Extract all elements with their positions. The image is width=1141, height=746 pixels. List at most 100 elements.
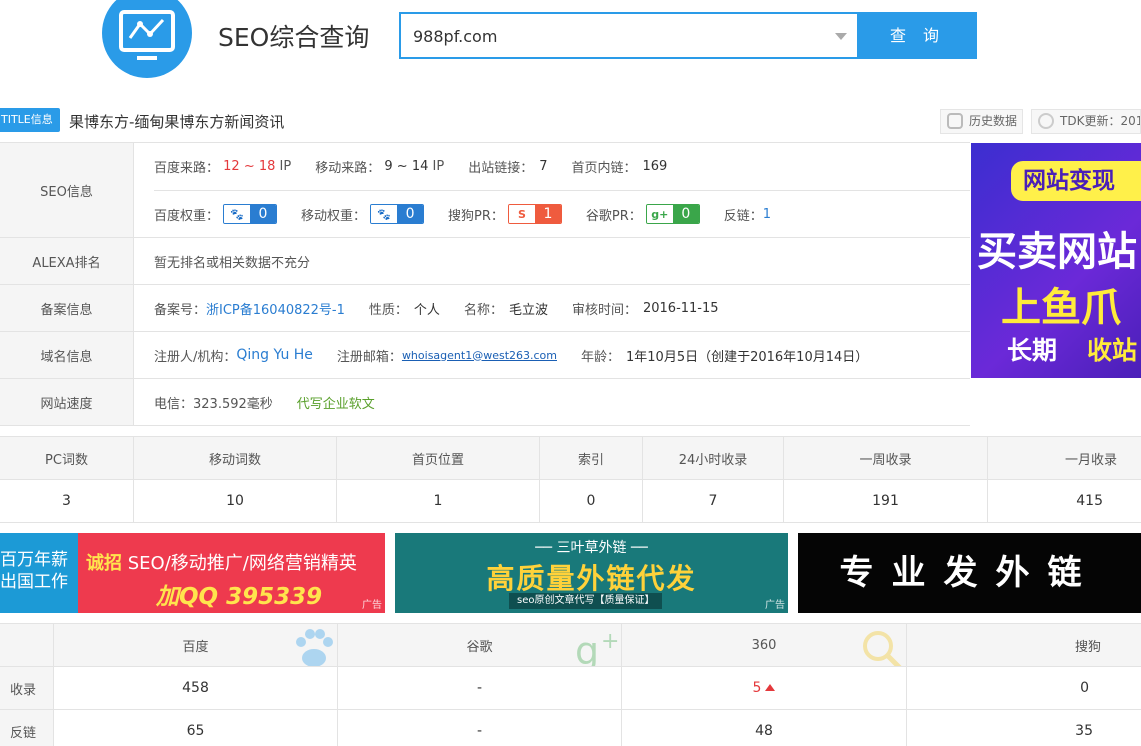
index-value: 0 <box>540 480 643 522</box>
ad1-qq-text: 加QQ 395339 <box>156 584 323 610</box>
domain-label: 域名信息 <box>0 332 134 378</box>
so360-index-value[interactable]: 5 <box>753 680 762 696</box>
mobile-weight-label: 移动权重： <box>301 208 367 224</box>
mobile-traffic-value[interactable]: 9 ~ 14 <box>384 159 428 174</box>
paw-icon: 🐾 <box>371 205 398 223</box>
engine-header-label: 搜狗 <box>1074 639 1101 655</box>
ad-banner-right[interactable]: 网站变现 买卖网站 上鱼爪 长期 收站 <box>971 143 1141 378</box>
mobile-keywords-value[interactable]: 10 <box>134 480 337 522</box>
icp-type-label: 性质： <box>368 302 408 318</box>
tdk-update-button[interactable]: TDK更新：2018 <box>1031 109 1141 134</box>
baidu-traffic-value[interactable]: 12 ~ 18 <box>223 159 275 174</box>
google-index-value: - <box>338 667 622 709</box>
ad2-top-text: ── 三叶草外链 ── <box>535 540 648 556</box>
search-box[interactable] <box>399 12 859 59</box>
baidu-index-value[interactable]: 458 <box>54 667 338 709</box>
ad-right-line1: 买卖网站 <box>977 229 1137 275</box>
week-index-value: 191 <box>784 480 988 522</box>
info-table: SEO信息 百度来路： 12 ~ 18 IP 移动来路： 9 ~ 14 IP 出… <box>0 142 970 426</box>
mobile-weight-value: 0 <box>397 205 424 223</box>
stats-header: PC词数 <box>0 437 134 479</box>
google-plus-icon: g + <box>575 629 619 666</box>
site-logo[interactable] <box>102 0 192 78</box>
ad2-main-b: 外链代发 <box>576 562 697 595</box>
so360-index-cell[interactable]: 5 <box>622 667 907 709</box>
history-data-button[interactable]: 历史数据 <box>940 109 1023 134</box>
history-label: 历史数据 <box>969 114 1018 128</box>
ad-banner-seo-recruit[interactable]: 百万年薪出国工作 诚招 SEO/移动推广/网络营销精英 加QQ 395339 广… <box>0 533 385 613</box>
sogou-pr-badge[interactable]: S1 <box>507 204 562 224</box>
outlinks-label: 出站链接： <box>468 161 534 176</box>
ad1-left-text: 百万年薪出国工作 <box>0 533 78 613</box>
baidu-weight-badge[interactable]: 🐾 0 <box>223 204 278 224</box>
ad-banner-pro-links[interactable]: 专业发外链 <box>798 533 1141 613</box>
baidu-traffic-label: 百度来路： <box>154 161 220 176</box>
weight-line: 百度权重： 🐾 0 移动权重： 🐾 0 搜狗PR： S1 谷歌PR： g+ 0 反链：… <box>154 190 970 237</box>
search-input[interactable] <box>413 24 813 48</box>
ip-unit: IP <box>279 159 292 174</box>
brand-title: SEO综合查询 <box>218 23 370 52</box>
seo-info-label: SEO信息 <box>0 143 134 237</box>
email-label: 注册邮箱： <box>336 349 402 365</box>
stats-header: 一月收录 <box>1064 452 1117 468</box>
ad-right-line2: 上鱼爪 <box>1001 285 1121 331</box>
engine-row-index: 收录 458 - 5 0 <box>0 667 1141 710</box>
alexa-row: ALEXA排名 暂无排名或相关数据不充分 <box>0 238 970 285</box>
icp-number-link[interactable]: 浙ICP备16040822号-1 <box>206 299 345 318</box>
paw-icon <box>296 629 333 666</box>
sogou-backlinks-value[interactable]: 35 <box>907 710 1141 746</box>
email-link[interactable]: whoisagent1@west263.com <box>402 349 557 362</box>
baidu-weight-value: 0 <box>250 205 277 223</box>
stats-header: 移动词数 <box>134 437 337 479</box>
engine-corner <box>0 624 54 666</box>
icp-label: 备案信息 <box>0 285 134 331</box>
engine-header-label: 360 <box>751 637 777 653</box>
ad2-main-a: 高质量 <box>486 562 577 595</box>
baidu-backlinks-value[interactable]: 65 <box>54 710 338 746</box>
engine-table: 百度 谷歌 g + 360 搜狗 收录 458 - 5 0 反链 65 - 48… <box>0 623 1141 746</box>
google-pr-badge[interactable]: g+ 0 <box>645 204 700 224</box>
mobile-weight-badge[interactable]: 🐾 0 <box>370 204 425 224</box>
stats-header-row: PC词数 移动词数 首页位置 索引 24小时收录 一周收录 一月收录 <box>0 437 1141 480</box>
google-plus-icon: g+ <box>646 205 673 223</box>
index-stats-table: PC词数 移动词数 首页位置 索引 24小时收录 一周收录 一月收录 3 10 … <box>0 436 1141 523</box>
icp-number-label: 备案号： <box>154 302 207 318</box>
chevron-down-icon[interactable] <box>835 33 847 40</box>
ad1-right: 诚招 SEO/移动推广/网络营销精英 加QQ 395339 广告 <box>78 533 385 613</box>
seo-info-row: SEO信息 百度来路： 12 ~ 18 IP 移动来路： 9 ~ 14 IP 出… <box>0 143 970 238</box>
softtext-ad-link[interactable]: 代写企业软文 <box>297 393 375 412</box>
magnifier-icon <box>863 631 902 666</box>
ad-right-line3a: 长期 <box>1007 336 1058 365</box>
ad-right-line3b: 收站 <box>1087 336 1138 365</box>
ad-banner-backlinks[interactable]: ── 三叶草外链 ── 高质量外链代发 seo原创文章代写【质量保证】 广告 <box>395 533 788 613</box>
backlinks-value[interactable]: 1 <box>763 207 771 222</box>
registrant-link[interactable]: Qing Yu He <box>236 347 313 363</box>
speed-label: 网站速度 <box>0 379 134 425</box>
outlinks-value[interactable]: 7 <box>539 159 547 174</box>
icp-date-value: 2016-11-15 <box>642 300 719 316</box>
telecom-speed: 电信：323.592毫秒 <box>154 396 273 412</box>
inlinks-value[interactable]: 169 <box>643 159 668 174</box>
pc-keywords-value[interactable]: 3 <box>0 480 134 522</box>
google-backlinks-value: - <box>338 710 622 746</box>
domain-row: 域名信息 注册人/机构： Qing Yu He 注册邮箱： whoisagent1@… <box>0 332 970 379</box>
ad-tag: 广告 <box>765 600 785 611</box>
engine-row-label: 反链 <box>0 710 54 746</box>
backlinks-label: 反链： <box>723 208 763 224</box>
ad1-main-text: SEO/移动推广/网络营销精英 <box>127 553 357 574</box>
engine-header-360: 360 <box>622 624 907 666</box>
age-value: 1年10月5日（创建于2016年10月14日） <box>626 349 869 365</box>
svg-text:+: + <box>601 629 619 654</box>
ad2-sub-text: seo原创文章代写【质量保证】 <box>509 593 663 609</box>
ad-right-bubble: 网站变现 <box>1011 161 1141 201</box>
engine-header-sogou: 搜狗 <box>907 624 1141 666</box>
day-index-value: 7 <box>643 480 784 522</box>
paw-icon: 🐾 <box>224 205 251 223</box>
traffic-line: 百度来路： 12 ~ 18 IP 移动来路： 9 ~ 14 IP 出站链接： 7 … <box>154 143 970 190</box>
engine-row-backlinks: 反链 65 - 48 35 <box>0 710 1141 746</box>
google-pr-label: 谷歌PR： <box>585 208 642 224</box>
search-button[interactable]: 查 询 <box>858 12 977 59</box>
svg-text:g: g <box>575 629 599 666</box>
title-tag: TITLE信息 <box>0 108 60 132</box>
so360-backlinks-value[interactable]: 48 <box>622 710 907 746</box>
